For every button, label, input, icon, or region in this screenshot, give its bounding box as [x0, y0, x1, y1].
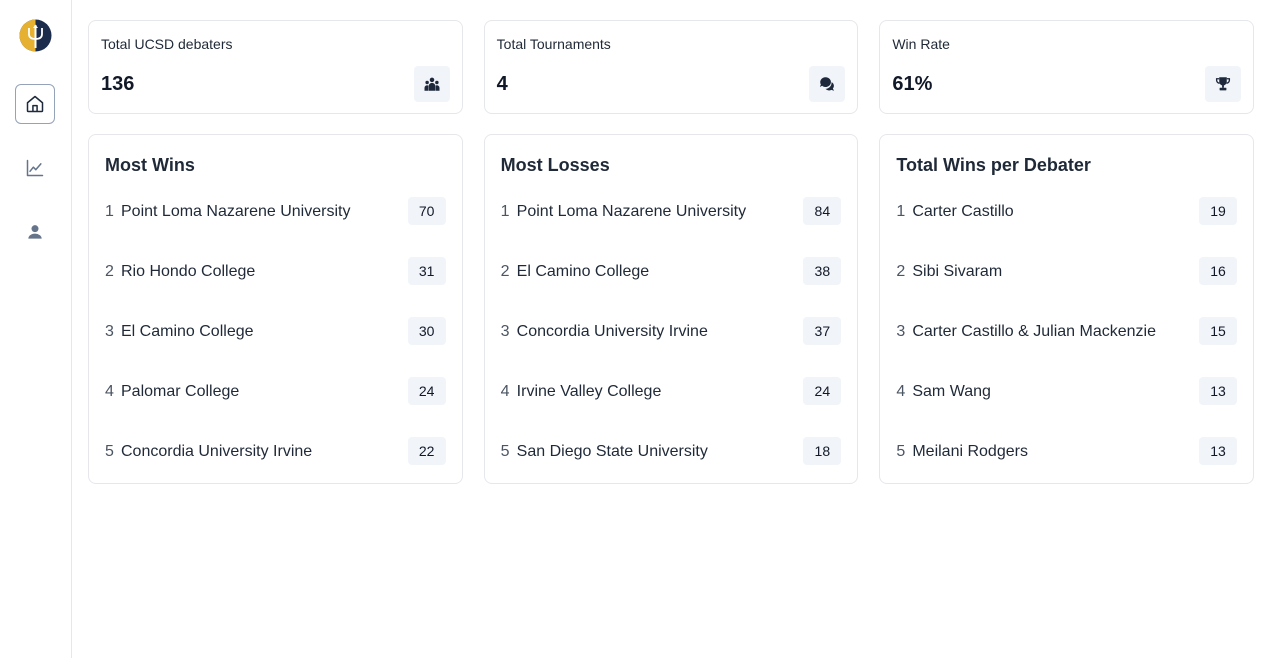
item-name: El Camino College [516, 263, 650, 280]
rank-number: 4 [500, 383, 510, 400]
count-badge: 30 [407, 317, 446, 345]
rank-number: 5 [896, 443, 906, 460]
list-item: 5 San Diego State University 18 [501, 435, 842, 495]
rank-number: 1 [500, 203, 510, 220]
stat-card-debaters: Total UCSD debaters 136 [88, 20, 463, 114]
dashboard-main: Total UCSD debaters 136 Total Tournament… [88, 20, 1255, 484]
trophy-icon [1205, 66, 1242, 102]
item-name: Concordia University Irvine [121, 443, 313, 460]
count-badge: 18 [803, 437, 842, 465]
rank-number: 5 [105, 443, 114, 460]
count-badge: 31 [407, 257, 446, 285]
item-name: El Camino College [121, 323, 254, 340]
rank-number: 1 [896, 203, 906, 220]
stat-label: Total UCSD debaters [101, 36, 233, 52]
item-name: Sibi Sivaram [912, 263, 1003, 280]
item-name: Irvine Valley College [516, 383, 662, 400]
list-item: 5 Meilani Rodgers 13 [896, 435, 1238, 495]
rank-number: 3 [500, 323, 510, 340]
count-badge: 84 [803, 197, 842, 225]
count-badge: 38 [803, 257, 842, 285]
item-name: Rio Hondo College [121, 263, 256, 280]
home-icon [26, 95, 44, 113]
item-name: Meilani Rodgers [912, 443, 1028, 460]
rank-number: 2 [105, 263, 114, 280]
nav-stats-button[interactable] [15, 148, 55, 188]
user-icon [28, 225, 42, 239]
stats-row: Total UCSD debaters 136 Total Tournament… [88, 20, 1255, 114]
count-badge: 37 [803, 317, 842, 345]
item-name: Point Loma Nazarene University [516, 203, 747, 220]
line-chart-icon [26, 159, 44, 177]
most-wins-card: Most Wins 1 Point Loma Nazarene Universi… [88, 134, 463, 484]
rank-number: 4 [105, 383, 114, 400]
count-badge: 16 [1199, 257, 1238, 285]
most-losses-card: Most Losses 1 Point Loma Nazarene Univer… [483, 134, 859, 484]
list-item: 2 Sibi Sivaram 16 [896, 255, 1238, 315]
item-name: Palomar College [121, 383, 240, 400]
card-title: Most Losses [500, 155, 610, 175]
item-name: Carter Castillo & Julian Mackenzie [912, 323, 1156, 340]
rank-number: 1 [105, 203, 114, 220]
list-item: 2 Rio Hondo College 31 [105, 255, 446, 315]
list-item: 5 Concordia University Irvine 22 [105, 435, 446, 495]
nav-home-button[interactable] [15, 84, 55, 124]
stat-label: Win Rate [892, 36, 950, 52]
card-title: Most Wins [105, 155, 195, 175]
rank-number: 5 [500, 443, 510, 460]
sidebar [0, 0, 72, 658]
list-item: 4 Irvine Valley College 24 [501, 375, 842, 435]
item-name: Concordia University Irvine [516, 323, 708, 340]
most-losses-list: 1 Point Loma Nazarene University 84 2 El… [501, 195, 842, 495]
count-badge: 24 [407, 377, 446, 405]
stat-value: 61% [892, 73, 933, 95]
rank-number: 4 [896, 383, 906, 400]
stat-label: Total Tournaments [496, 36, 611, 52]
rank-number: 3 [105, 323, 114, 340]
list-item: 4 Palomar College 24 [105, 375, 446, 435]
count-badge: 24 [803, 377, 842, 405]
list-item: 1 Carter Castillo 19 [896, 195, 1238, 255]
rank-number: 2 [896, 263, 906, 280]
wins-per-debater-list: 1 Carter Castillo 19 2 Sibi Sivaram 16 3… [896, 195, 1238, 495]
stat-card-win-rate: Win Rate 61% [879, 20, 1255, 114]
item-name: Sam Wang [912, 383, 991, 400]
list-item: 3 El Camino College 30 [105, 315, 446, 375]
count-badge: 70 [407, 197, 446, 225]
trident-logo-icon[interactable] [19, 19, 52, 52]
rank-number: 3 [896, 323, 906, 340]
list-item: 1 Point Loma Nazarene University 84 [501, 195, 842, 255]
item-name: San Diego State University [516, 443, 708, 460]
leaderboards-row: Most Wins 1 Point Loma Nazarene Universi… [88, 134, 1255, 484]
chat-bubbles-icon [809, 66, 846, 102]
count-badge: 15 [1199, 317, 1238, 345]
list-item: 2 El Camino College 38 [501, 255, 842, 315]
count-badge: 13 [1199, 437, 1238, 465]
stat-card-tournaments: Total Tournaments 4 [483, 20, 859, 114]
item-name: Point Loma Nazarene University [121, 203, 351, 220]
nav-profile-button[interactable] [15, 212, 55, 252]
stat-value: 136 [101, 73, 135, 95]
count-badge: 13 [1199, 377, 1238, 405]
card-title: Total Wins per Debater [896, 155, 1091, 175]
list-item: 4 Sam Wang 13 [896, 375, 1238, 435]
count-badge: 22 [407, 437, 446, 465]
most-wins-list: 1 Point Loma Nazarene University 70 2 Ri… [105, 195, 446, 495]
item-name: Carter Castillo [912, 203, 1014, 220]
rank-number: 2 [500, 263, 510, 280]
list-item: 3 Concordia University Irvine 37 [501, 315, 842, 375]
stat-value: 4 [496, 73, 508, 95]
count-badge: 19 [1199, 197, 1238, 225]
list-item: 3 Carter Castillo & Julian Mackenzie 15 [896, 315, 1238, 375]
list-item: 1 Point Loma Nazarene University 70 [105, 195, 446, 255]
users-icon [413, 66, 450, 102]
wins-per-debater-card: Total Wins per Debater 1 Carter Castillo… [879, 134, 1255, 484]
